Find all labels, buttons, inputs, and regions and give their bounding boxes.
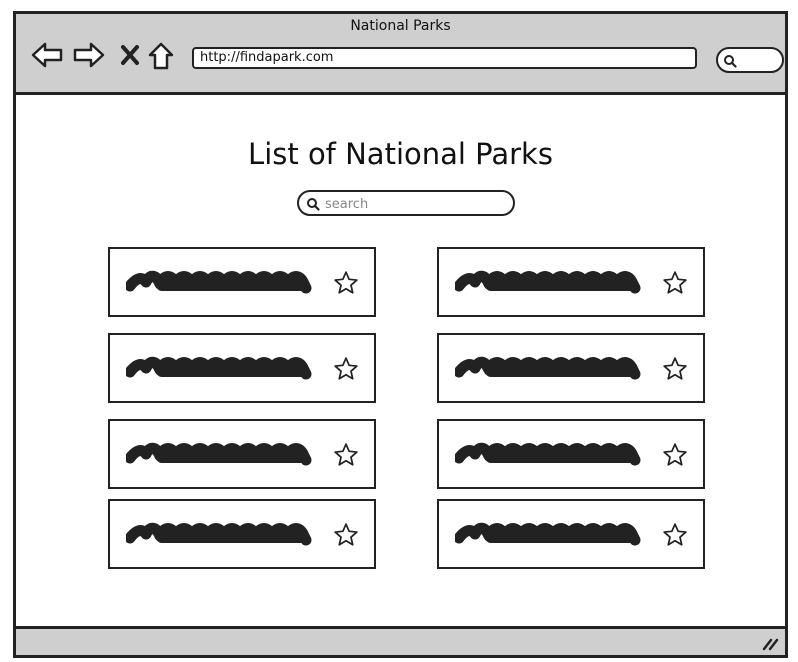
address-bar[interactable]: http://findapark.com [192, 47, 697, 69]
star-outline-icon[interactable] [662, 356, 688, 382]
park-card[interactable] [108, 499, 376, 569]
star-outline-icon[interactable] [333, 522, 359, 548]
search-icon [307, 198, 320, 211]
park-name-placeholder [126, 442, 312, 466]
park-card[interactable] [437, 333, 705, 403]
status-bar [16, 626, 785, 655]
park-search-field[interactable] [297, 190, 515, 216]
forward-arrow-icon[interactable] [72, 41, 106, 69]
park-name-placeholder [126, 270, 312, 294]
home-icon[interactable] [147, 41, 175, 71]
browser-window: National Parks http://findapark.com List… [13, 11, 788, 658]
park-card[interactable] [437, 499, 705, 569]
back-arrow-icon[interactable] [30, 41, 64, 69]
star-outline-icon[interactable] [662, 522, 688, 548]
park-name-placeholder [455, 356, 641, 380]
star-outline-icon[interactable] [662, 270, 688, 296]
park-card[interactable] [437, 247, 705, 317]
search-icon [724, 55, 737, 68]
star-outline-icon[interactable] [333, 270, 359, 296]
browser-toolbar: National Parks http://findapark.com [16, 14, 785, 95]
park-card[interactable] [108, 333, 376, 403]
star-outline-icon[interactable] [662, 442, 688, 468]
page-title: List of National Parks [248, 137, 553, 171]
park-name-placeholder [455, 270, 641, 294]
park-card[interactable] [108, 247, 376, 317]
park-name-placeholder [455, 442, 641, 466]
park-card[interactable] [437, 419, 705, 489]
park-card[interactable] [108, 419, 376, 489]
browser-search-field[interactable] [716, 47, 784, 73]
window-title: National Parks [350, 18, 451, 34]
park-name-placeholder [126, 522, 312, 546]
close-x-icon[interactable] [120, 41, 140, 69]
resize-grip-icon[interactable] [761, 637, 779, 651]
star-outline-icon[interactable] [333, 356, 359, 382]
page-content: List of National Parks [16, 95, 785, 629]
park-name-placeholder [455, 522, 641, 546]
star-outline-icon[interactable] [333, 442, 359, 468]
search-input[interactable] [323, 193, 507, 215]
park-name-placeholder [126, 356, 312, 380]
